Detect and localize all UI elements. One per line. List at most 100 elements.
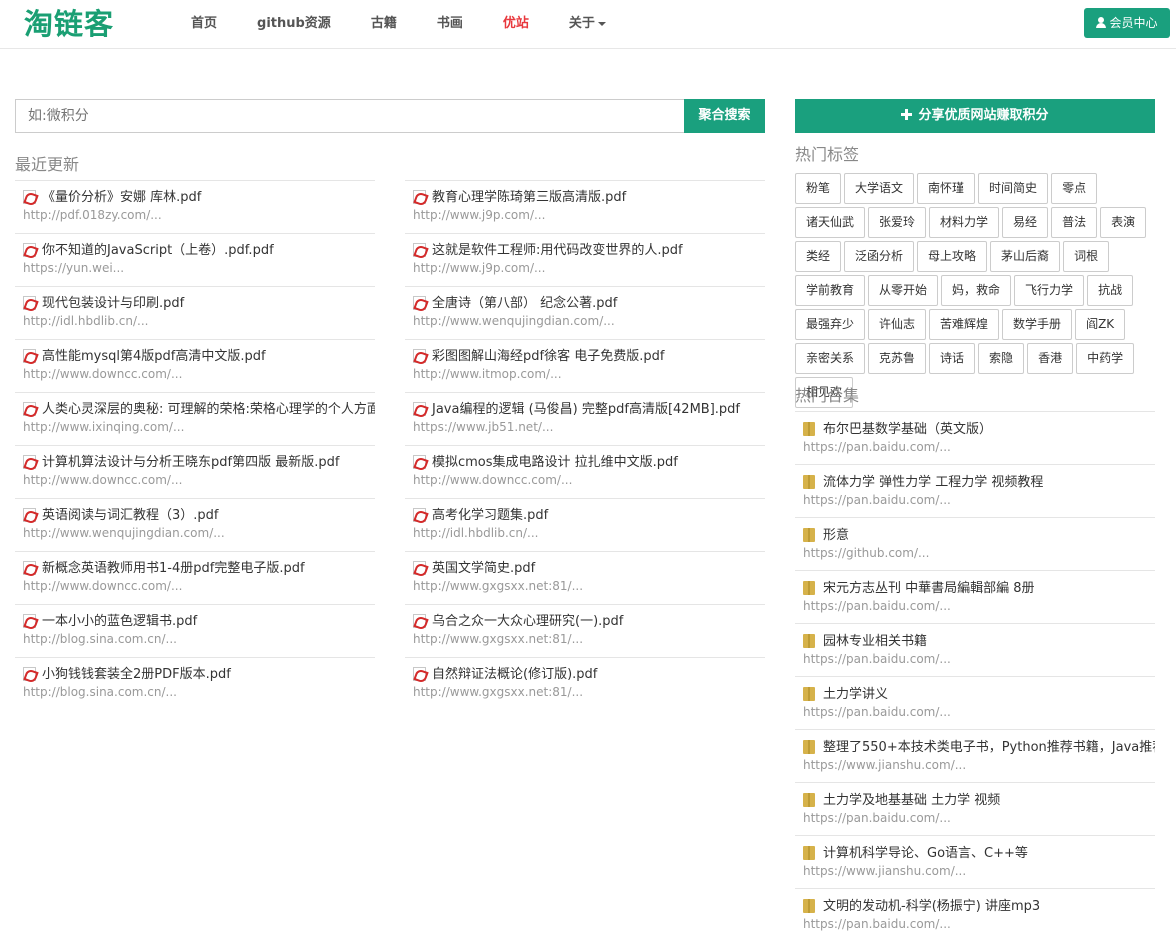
list-item[interactable]: 一本小小的蓝色逻辑书.pdf http://blog.sina.com.cn/..… xyxy=(15,604,375,657)
list-item[interactable]: 新概念英语教师用书1-4册pdf完整电子版.pdf http://www.down… xyxy=(15,551,375,604)
item-title[interactable]: 乌合之众一大众心理研究(一).pdf xyxy=(413,613,765,631)
search-input[interactable] xyxy=(15,99,685,133)
tag-item[interactable]: 易经 xyxy=(1002,207,1049,238)
item-title[interactable]: 计算机算法设计与分析王晓东pdf第四版 最新版.pdf xyxy=(23,454,375,472)
collection-title[interactable]: 土力学讲义 xyxy=(803,686,1155,704)
collection-title[interactable]: 宋元方志丛刊 中華書局編輯部編 8册 xyxy=(803,580,1155,598)
list-item[interactable]: 《量价分析》安娜 库林.pdf http://pdf.018zy.com/... xyxy=(15,180,375,233)
nav-home[interactable]: 首页 xyxy=(176,0,232,49)
tag-item[interactable]: 克苏鲁 xyxy=(868,343,927,374)
list-item[interactable]: 计算机算法设计与分析王晓东pdf第四版 最新版.pdf http://www.do… xyxy=(15,445,375,498)
list-item[interactable]: 小狗钱钱套装全2册PDF版本.pdf http://blog.sina.com.c… xyxy=(15,657,375,710)
tag-item[interactable]: 最强弃少 xyxy=(795,309,866,340)
collection-title[interactable]: 计算机科学导论、Go语言、C++等 xyxy=(803,845,1155,863)
list-item[interactable]: 英语阅读与词汇教程（3）.pdf http://www.wenqujingdian… xyxy=(15,498,375,551)
list-item[interactable]: 乌合之众一大众心理研究(一).pdf http://www.gxgsxx.net:… xyxy=(405,604,765,657)
collection-title[interactable]: 形意 xyxy=(803,527,1155,545)
tag-item[interactable]: 表演 xyxy=(1100,207,1147,238)
list-item[interactable]: 园林专业相关书籍 https://pan.baidu.com/... xyxy=(795,623,1155,676)
nav-featured-sites[interactable]: 优站 xyxy=(488,0,544,49)
tag-item[interactable]: 材料力学 xyxy=(929,207,1000,238)
item-title[interactable]: Java编程的逻辑 (马俊昌) 完整pdf高清版[42MB].pdf xyxy=(413,401,765,419)
item-title[interactable]: 全唐诗（第八部） 纪念公著.pdf xyxy=(413,295,765,313)
share-site-button[interactable]: 分享优质网站赚取积分 xyxy=(795,99,1155,133)
tag-item[interactable]: 大学语文 xyxy=(844,173,915,204)
item-title[interactable]: 小狗钱钱套装全2册PDF版本.pdf xyxy=(23,666,375,684)
collection-title[interactable]: 土力学及地基基础 土力学 视频 xyxy=(803,792,1155,810)
nav-ancient-books[interactable]: 古籍 xyxy=(356,0,412,49)
list-item[interactable]: 英国文学简史.pdf http://www.gxgsxx.net:81/... xyxy=(405,551,765,604)
tag-item[interactable]: 亲密关系 xyxy=(795,343,866,374)
tag-item[interactable]: 阎ZK xyxy=(1075,309,1126,340)
tag-item[interactable]: 张爱玲 xyxy=(868,207,927,238)
tag-item[interactable]: 中药学 xyxy=(1076,343,1135,374)
tag-item[interactable]: 索隐 xyxy=(978,343,1025,374)
list-item[interactable]: 土力学讲义 https://pan.baidu.com/... xyxy=(795,676,1155,729)
item-title[interactable]: 《量价分析》安娜 库林.pdf xyxy=(23,189,375,207)
list-item[interactable]: 人类心灵深层的奥秘: 可理解的荣格:荣格心理学的个人方面 [美 http://ww… xyxy=(15,392,375,445)
nav-about-dropdown[interactable]: 关于 xyxy=(554,0,621,49)
nav-github[interactable]: github资源 xyxy=(242,0,346,49)
tag-item[interactable]: 诗话 xyxy=(929,343,976,374)
tag-item[interactable]: 苦难辉煌 xyxy=(929,309,1000,340)
list-item[interactable]: 全唐诗（第八部） 纪念公著.pdf http://www.wenqujingdia… xyxy=(405,286,765,339)
list-item[interactable]: 布尔巴基数学基础（英文版） https://pan.baidu.com/... xyxy=(795,411,1155,464)
list-item[interactable]: 宋元方志丛刊 中華書局編輯部編 8册 https://pan.baidu.com/… xyxy=(795,570,1155,623)
item-title[interactable]: 彩图图解山海经pdf徐客 电子免费版.pdf xyxy=(413,348,765,366)
tag-item[interactable]: 香港 xyxy=(1027,343,1074,374)
list-item[interactable]: 高性能mysql第4版pdf高清中文版.pdf http://www.downcc… xyxy=(15,339,375,392)
tag-item[interactable]: 从零开始 xyxy=(868,275,939,306)
tag-item[interactable]: 数学手册 xyxy=(1002,309,1073,340)
list-item[interactable]: 高考化学习题集.pdf http://idl.hbdlib.cn/... xyxy=(405,498,765,551)
tag-item[interactable]: 妈，救命 xyxy=(941,275,1012,306)
tag-item[interactable]: 飞行力学 xyxy=(1014,275,1085,306)
collection-title[interactable]: 布尔巴基数学基础（英文版） xyxy=(803,421,1155,439)
site-logo[interactable]: 淘链客 xyxy=(24,6,114,42)
tag-item[interactable]: 学前教育 xyxy=(795,275,866,306)
tag-item[interactable]: 类经 xyxy=(795,241,842,272)
list-item[interactable]: 计算机科学导论、Go语言、C++等 https://www.jianshu.com… xyxy=(795,835,1155,888)
list-item[interactable]: 文明的发动机-科学(杨振宁) 讲座mp3 https://pan.baidu.co… xyxy=(795,888,1155,941)
tag-item[interactable]: 零点 xyxy=(1051,173,1098,204)
item-title[interactable]: 这就是软件工程师:用代码改变世界的人.pdf xyxy=(413,242,765,260)
list-item[interactable]: 现代包装设计与印刷.pdf http://idl.hbdlib.cn/... xyxy=(15,286,375,339)
item-title[interactable]: 高性能mysql第4版pdf高清中文版.pdf xyxy=(23,348,375,366)
tag-item[interactable]: 词根 xyxy=(1063,241,1110,272)
list-item[interactable]: 模拟cmos集成电路设计 拉扎维中文版.pdf http://www.downcc… xyxy=(405,445,765,498)
item-title[interactable]: 英语阅读与词汇教程（3）.pdf xyxy=(23,507,375,525)
tag-item[interactable]: 南怀瑾 xyxy=(917,173,976,204)
item-title[interactable]: 人类心灵深层的奥秘: 可理解的荣格:荣格心理学的个人方面 [美 xyxy=(23,401,375,419)
list-item[interactable]: 你不知道的JavaScript（上卷）.pdf.pdf https://yun.w… xyxy=(15,233,375,286)
tag-item[interactable]: 茅山后裔 xyxy=(990,241,1061,272)
item-title[interactable]: 模拟cmos集成电路设计 拉扎维中文版.pdf xyxy=(413,454,765,472)
item-title[interactable]: 英国文学简史.pdf xyxy=(413,560,765,578)
list-item[interactable]: 形意 https://github.com/... xyxy=(795,517,1155,570)
collection-title[interactable]: 流体力学 弹性力学 工程力学 视频教程 xyxy=(803,474,1155,492)
collection-title[interactable]: 整理了550+本技术类电子书，Python推荐书籍，Java推荐 xyxy=(803,739,1155,757)
list-item[interactable]: 彩图图解山海经pdf徐客 电子免费版.pdf http://www.itmop.c… xyxy=(405,339,765,392)
member-center-button[interactable]: 会员中心 xyxy=(1084,8,1170,38)
list-item[interactable]: Java编程的逻辑 (马俊昌) 完整pdf高清版[42MB].pdf https:… xyxy=(405,392,765,445)
item-title[interactable]: 你不知道的JavaScript（上卷）.pdf.pdf xyxy=(23,242,375,260)
tag-item[interactable]: 粉笔 xyxy=(795,173,842,204)
list-item[interactable]: 教育心理学陈琦第三版高清版.pdf http://www.j9p.com/... xyxy=(405,180,765,233)
list-item[interactable]: 自然辩证法概论(修订版).pdf http://www.gxgsxx.net:81… xyxy=(405,657,765,710)
tag-item[interactable]: 抗战 xyxy=(1087,275,1134,306)
item-title[interactable]: 自然辩证法概论(修订版).pdf xyxy=(413,666,765,684)
tag-item[interactable]: 母上攻略 xyxy=(917,241,988,272)
item-title[interactable]: 新概念英语教师用书1-4册pdf完整电子版.pdf xyxy=(23,560,375,578)
aggregate-search-button[interactable]: 聚合搜索 xyxy=(684,99,765,133)
list-item[interactable]: 这就是软件工程师:用代码改变世界的人.pdf http://www.j9p.com… xyxy=(405,233,765,286)
list-item[interactable]: 整理了550+本技术类电子书，Python推荐书籍，Java推荐 https://… xyxy=(795,729,1155,782)
collection-title[interactable]: 园林专业相关书籍 xyxy=(803,633,1155,651)
tag-item[interactable]: 泛函分析 xyxy=(844,241,915,272)
collection-title[interactable]: 文明的发动机-科学(杨振宁) 讲座mp3 xyxy=(803,898,1155,916)
item-title[interactable]: 一本小小的蓝色逻辑书.pdf xyxy=(23,613,375,631)
tag-item[interactable]: 许仙志 xyxy=(868,309,927,340)
tag-item[interactable]: 诸天仙武 xyxy=(795,207,866,238)
item-title[interactable]: 高考化学习题集.pdf xyxy=(413,507,765,525)
list-item[interactable]: 土力学及地基基础 土力学 视频 https://pan.baidu.com/... xyxy=(795,782,1155,835)
item-title[interactable]: 教育心理学陈琦第三版高清版.pdf xyxy=(413,189,765,207)
tag-item[interactable]: 普法 xyxy=(1051,207,1098,238)
tag-item[interactable]: 时间简史 xyxy=(978,173,1049,204)
